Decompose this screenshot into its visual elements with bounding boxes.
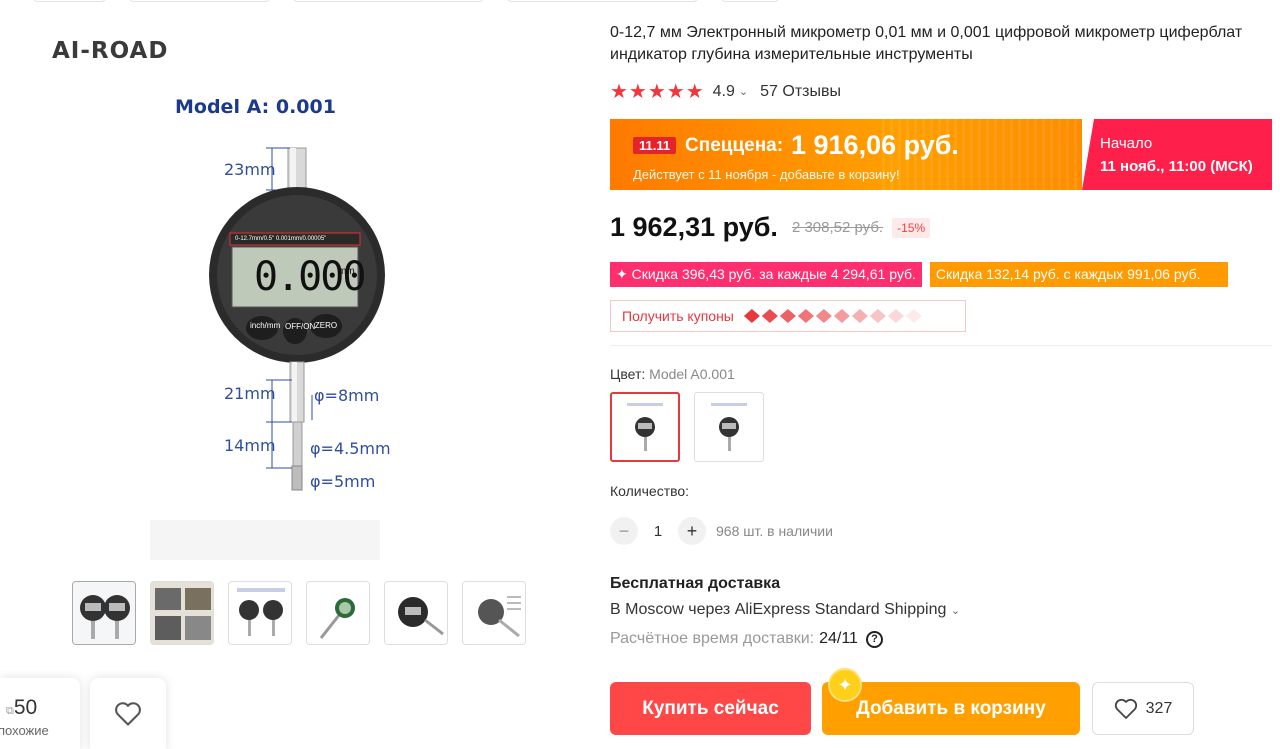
top-tab[interactable] [128,0,271,2]
thumbnail[interactable] [462,581,526,645]
wishlist-button-left[interactable] [90,678,166,749]
top-tab[interactable] [506,0,699,2]
deal-tag-select[interactable]: Скидка 132,14 руб. с каждых 991,06 руб. [929,262,1228,287]
coupon-icon [869,309,886,323]
display-unit: mm [338,266,355,277]
wishlist-count: 327 [1145,699,1173,717]
heart-icon [115,702,141,726]
color-swatch-model-a[interactable] [610,392,680,462]
buy-now-button[interactable]: Купить сейчас [610,682,811,735]
top-tab[interactable] [292,0,485,2]
quantity-decrease-button[interactable]: − [610,517,638,545]
sparkle-icon: ✦ [828,668,862,702]
coupon-icon [851,309,868,323]
shipping-method[interactable]: В Moscow через AliExpress Standard Shipp… [610,601,960,619]
thumbnail-strip [72,581,526,645]
divider [610,345,1272,346]
promo-start-time: 11 нояб., 11:00 (МСК) [1100,158,1253,175]
reviews-link[interactable]: 57 Отзывы [760,83,841,101]
help-icon[interactable]: ? [865,630,883,648]
promo-label: Спеццена: [685,135,784,156]
wishlist-button[interactable]: 327 [1092,682,1194,735]
top-tab[interactable] [32,0,107,2]
coupon-icon [905,309,922,323]
coupon-icon [887,309,904,323]
dim-label-phi5: φ=5mm [310,472,376,491]
coupon-icon [797,309,814,323]
coupon-icon [761,309,778,323]
deal-row: ✦ Скидка 396,43 руб. за каждые 4 294,61 … [610,262,1228,287]
promo-price: 1 916,06 руб. [791,130,959,160]
old-price: 2 308,52 руб. [791,219,884,236]
thumbnail[interactable] [228,581,292,645]
price-row: 1 962,31 руб. 2 308,52 руб. -15% [610,212,931,243]
color-value: Model A0.001 [649,366,735,382]
coupons-label: Получить купоны [622,308,734,324]
coupon-icon [833,309,850,323]
coupon-icon [779,309,796,323]
similar-items-button[interactable]: ⧉50 похожие [0,678,80,749]
copy-icon: ⧉ [6,705,14,717]
coupon-icon [815,309,832,323]
thumbnail[interactable] [384,581,448,645]
color-label: Цвет: Model A0.001 [610,366,735,382]
current-price: 1 962,31 руб. [610,212,778,242]
promo-banner: 11.11 Спеццена: 1 916,06 руб. Действует … [610,119,1272,190]
shipping-eta-date: 24/11 [819,630,858,647]
quantity-label: Количество: [610,483,690,499]
discount-badge: -15% [892,217,931,238]
display-reading: 0.000 [254,254,366,300]
rating-score[interactable]: 4.9 [713,83,735,101]
similar-label: похожие [0,723,49,738]
shipping-eta: Расчётное время доставки: 24/11 ? [610,630,883,648]
dim-label-14mm: 14mm [224,436,276,455]
promo-start: Начало 11 нояб., 11:00 (МСК) [1082,119,1272,190]
promo-subtitle: Действует с 11 ноября - добавьте в корзи… [633,167,900,182]
coupon-icon [743,309,760,323]
thumbnail[interactable] [72,581,136,645]
dial-button-onoff: OFF/ON [285,322,316,331]
dial-button-zero: ZERO [314,321,338,330]
color-swatches [610,392,764,462]
top-tab[interactable] [720,0,780,2]
promo-tag: 11.11 [633,137,677,154]
thumbnail[interactable] [150,581,214,645]
get-coupons-button[interactable]: Получить купоны [610,300,966,332]
shipping-title: Бесплатная доставка [610,575,781,592]
dim-label-phi8: φ=8mm [314,386,380,405]
chevron-down-icon: ⌄ [950,605,961,617]
similar-count: ⧉50 [6,696,38,719]
dim-label-23mm: 23mm [224,160,276,179]
shipping-method-text: В Moscow через AliExpress Standard Shipp… [610,601,947,618]
promo-start-label: Начало [1100,135,1153,152]
rating-row: ★★★★★ 4.9 ⌄ 57 Отзывы [610,79,841,104]
rating-stars: ★★★★★ [610,81,705,103]
coupon-icons [743,309,922,323]
quantity-increase-button[interactable]: + [678,517,706,545]
quantity-stepper: − 1 + 968 шт. в наличии [610,517,833,545]
color-label-text: Цвет: [610,366,646,382]
product-title: 0-12,7 мм Электронный микрометр 0,01 мм … [610,24,1243,63]
promo-offer: 11.11 Спеццена: 1 916,06 руб. Действует … [610,119,1082,190]
thumbnail[interactable] [306,581,370,645]
shipping-eta-label: Расчётное время доставки: [610,630,815,647]
chevron-down-icon[interactable]: ⌄ [739,85,748,98]
brand-logo: AI-ROAD [52,38,169,64]
color-swatch-model-b[interactable] [694,392,764,462]
dial-header: 0-12.7mm/0.5" 0.001mm/0.00005" [235,236,327,242]
heart-icon [1114,698,1137,719]
stock-count: 968 шт. в наличии [716,523,833,539]
dial-button-inch: inch/mm [250,321,281,330]
deal-tag-store[interactable]: ✦ Скидка 396,43 руб. за каждые 4 294,61 … [610,262,922,287]
dim-label-21mm: 21mm [224,384,276,403]
quantity-value[interactable]: 1 [638,523,678,540]
dim-label-phi45: φ=4.5mm [310,439,391,458]
